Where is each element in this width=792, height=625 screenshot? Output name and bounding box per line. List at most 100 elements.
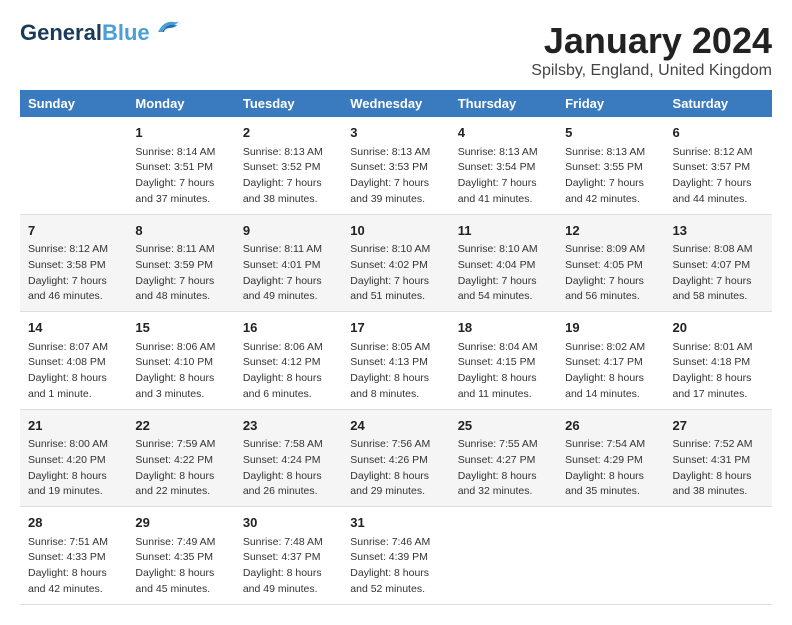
day-info: Sunset: 4:20 PM <box>28 453 119 469</box>
calendar-header: SundayMondayTuesdayWednesdayThursdayFrid… <box>20 90 772 117</box>
day-info: Daylight: 7 hours <box>458 274 549 290</box>
day-info: Sunrise: 8:11 AM <box>243 242 334 258</box>
day-info: Sunset: 4:12 PM <box>243 355 334 371</box>
day-info: and 38 minutes. <box>243 192 334 208</box>
day-info: and 22 minutes. <box>135 484 226 500</box>
day-info: Sunrise: 7:46 AM <box>350 535 441 551</box>
calendar-cell: 24Sunrise: 7:56 AMSunset: 4:26 PMDayligh… <box>342 409 449 507</box>
day-info: and 44 minutes. <box>673 192 764 208</box>
day-info: Sunset: 3:57 PM <box>673 160 764 176</box>
day-info: Sunrise: 8:04 AM <box>458 340 549 356</box>
day-info: Sunset: 4:39 PM <box>350 550 441 566</box>
day-info: Sunrise: 8:05 AM <box>350 340 441 356</box>
week-row-5: 28Sunrise: 7:51 AMSunset: 4:33 PMDayligh… <box>20 507 772 605</box>
calendar-cell: 21Sunrise: 8:00 AMSunset: 4:20 PMDayligh… <box>20 409 127 507</box>
week-row-2: 7Sunrise: 8:12 AMSunset: 3:58 PMDaylight… <box>20 214 772 312</box>
day-info: Daylight: 7 hours <box>673 176 764 192</box>
day-info: Daylight: 8 hours <box>673 469 764 485</box>
day-info: Daylight: 8 hours <box>673 371 764 387</box>
day-info: Daylight: 8 hours <box>135 371 226 387</box>
week-row-4: 21Sunrise: 8:00 AMSunset: 4:20 PMDayligh… <box>20 409 772 507</box>
day-info: Sunset: 3:52 PM <box>243 160 334 176</box>
day-number: 10 <box>350 221 441 241</box>
header-cell-wednesday: Wednesday <box>342 90 449 117</box>
day-info: Sunset: 4:26 PM <box>350 453 441 469</box>
calendar-cell <box>557 507 664 605</box>
day-info: Daylight: 7 hours <box>135 274 226 290</box>
day-info: and 49 minutes. <box>243 582 334 598</box>
day-info: Sunrise: 8:13 AM <box>350 145 441 161</box>
day-info: Daylight: 8 hours <box>350 371 441 387</box>
day-info: Daylight: 7 hours <box>243 176 334 192</box>
day-info: and 35 minutes. <box>565 484 656 500</box>
day-info: and 49 minutes. <box>243 289 334 305</box>
calendar-cell: 15Sunrise: 8:06 AMSunset: 4:10 PMDayligh… <box>127 312 234 410</box>
day-number: 20 <box>673 318 764 338</box>
calendar-cell <box>20 117 127 214</box>
day-info: Sunrise: 7:55 AM <box>458 437 549 453</box>
day-number: 30 <box>243 513 334 533</box>
day-number: 21 <box>28 416 119 436</box>
calendar-cell: 17 Sunrise: 8:05 AMSunset: 4:13 PMDayligh… <box>342 312 449 410</box>
calendar-cell: 28Sunrise: 7:51 AMSunset: 4:33 PMDayligh… <box>20 507 127 605</box>
day-info: and 54 minutes. <box>458 289 549 305</box>
header-cell-thursday: Thursday <box>450 90 557 117</box>
day-info: Daylight: 8 hours <box>565 371 656 387</box>
calendar-cell: 6Sunrise: 8:12 AMSunset: 3:57 PMDaylight… <box>665 117 772 214</box>
day-number: 29 <box>135 513 226 533</box>
day-number: 1 <box>135 123 226 143</box>
calendar-cell: 26Sunrise: 7:54 AMSunset: 4:29 PMDayligh… <box>557 409 664 507</box>
day-info: Sunset: 4:01 PM <box>243 258 334 274</box>
day-number: 22 <box>135 416 226 436</box>
calendar-cell: 30Sunrise: 7:48 AMSunset: 4:37 PMDayligh… <box>235 507 342 605</box>
day-info: Sunset: 4:27 PM <box>458 453 549 469</box>
day-number: 26 <box>565 416 656 436</box>
calendar-cell: 8Sunrise: 8:11 AMSunset: 3:59 PMDaylight… <box>127 214 234 312</box>
day-info: Sunrise: 8:11 AM <box>135 242 226 258</box>
day-info: Sunset: 3:58 PM <box>28 258 119 274</box>
day-info: Sunrise: 7:58 AM <box>243 437 334 453</box>
day-info: and 6 minutes. <box>243 387 334 403</box>
calendar-cell: 4Sunrise: 8:13 AMSunset: 3:54 PMDaylight… <box>450 117 557 214</box>
title-block: January 2024 Spilsby, England, United Ki… <box>531 20 772 80</box>
day-info: Daylight: 7 hours <box>243 274 334 290</box>
calendar-cell: 7Sunrise: 8:12 AMSunset: 3:58 PMDaylight… <box>20 214 127 312</box>
day-info: Sunset: 4:10 PM <box>135 355 226 371</box>
calendar-cell: 31Sunrise: 7:46 AMSunset: 4:39 PMDayligh… <box>342 507 449 605</box>
day-info: Daylight: 8 hours <box>28 566 119 582</box>
day-info: and 46 minutes. <box>28 289 119 305</box>
day-info: Sunrise: 8:13 AM <box>458 145 549 161</box>
calendar-cell: 20Sunrise: 8:01 AMSunset: 4:18 PMDayligh… <box>665 312 772 410</box>
day-number: 2 <box>243 123 334 143</box>
calendar-cell: 25Sunrise: 7:55 AMSunset: 4:27 PMDayligh… <box>450 409 557 507</box>
day-info: and 41 minutes. <box>458 192 549 208</box>
day-info: Daylight: 8 hours <box>135 469 226 485</box>
day-number: 5 <box>565 123 656 143</box>
day-info: Daylight: 8 hours <box>350 566 441 582</box>
calendar-cell: 16Sunrise: 8:06 AMSunset: 4:12 PMDayligh… <box>235 312 342 410</box>
day-info: Sunset: 4:15 PM <box>458 355 549 371</box>
day-info: and 14 minutes. <box>565 387 656 403</box>
calendar-cell: 5Sunrise: 8:13 AMSunset: 3:55 PMDaylight… <box>557 117 664 214</box>
day-info: Sunrise: 8:09 AM <box>565 242 656 258</box>
day-info: Sunrise: 7:52 AM <box>673 437 764 453</box>
day-info: Daylight: 8 hours <box>243 469 334 485</box>
day-info: Sunrise: 7:48 AM <box>243 535 334 551</box>
day-info: Sunset: 4:07 PM <box>673 258 764 274</box>
calendar-cell: 18Sunrise: 8:04 AMSunset: 4:15 PMDayligh… <box>450 312 557 410</box>
day-info: Sunrise: 8:12 AM <box>673 145 764 161</box>
day-number: 17 <box>350 318 441 338</box>
day-info: Sunrise: 8:02 AM <box>565 340 656 356</box>
header-row: SundayMondayTuesdayWednesdayThursdayFrid… <box>20 90 772 117</box>
day-info: Sunrise: 8:10 AM <box>458 242 549 258</box>
day-info: Sunset: 4:13 PM <box>350 355 441 371</box>
day-number: 14 <box>28 318 119 338</box>
day-info: Daylight: 7 hours <box>565 176 656 192</box>
day-info: Sunrise: 8:10 AM <box>350 242 441 258</box>
day-number: 4 <box>458 123 549 143</box>
day-info: Daylight: 8 hours <box>458 469 549 485</box>
day-info: Sunset: 4:02 PM <box>350 258 441 274</box>
day-info: Sunrise: 8:01 AM <box>673 340 764 356</box>
day-info: Sunrise: 8:06 AM <box>135 340 226 356</box>
day-number: 3 <box>350 123 441 143</box>
